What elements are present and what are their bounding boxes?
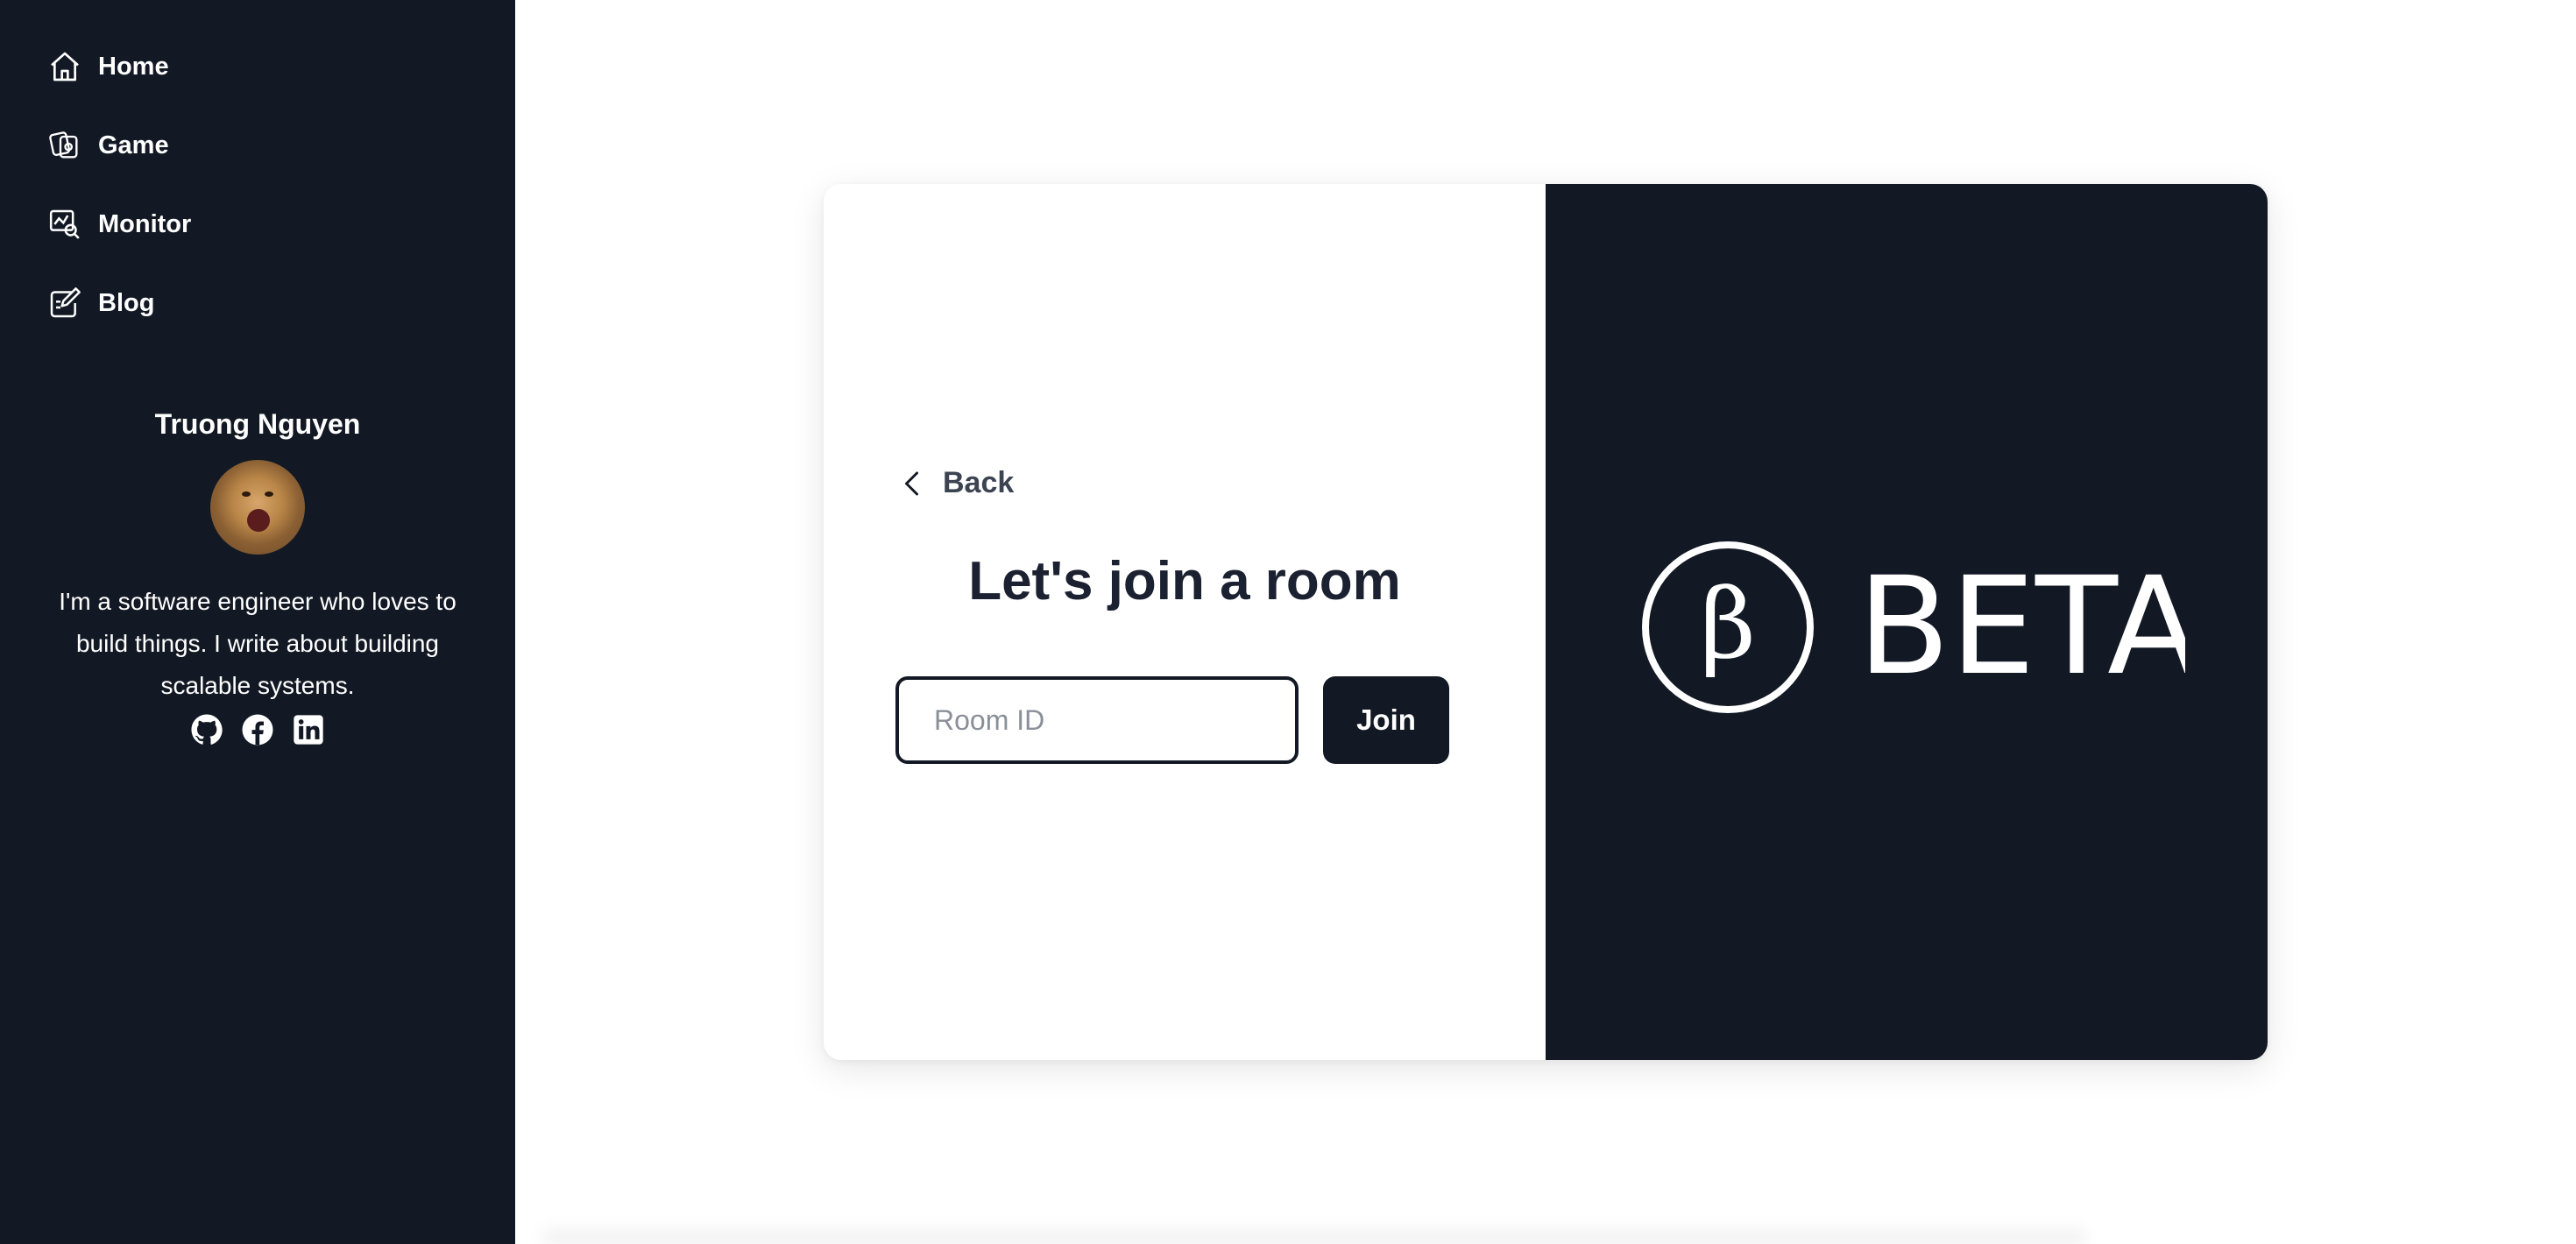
join-room-panel: Back Let's join a room Join [824, 184, 1546, 1060]
chevron-left-icon [905, 471, 918, 495]
sidebar-item-blog[interactable]: Blog [46, 280, 191, 326]
game-icon [46, 126, 84, 165]
room-id-input[interactable] [895, 676, 1299, 764]
profile-name: Truong Nguyen [154, 408, 361, 440]
sidebar-item-label: Game [98, 131, 169, 159]
beta-banner: β BETA [1546, 184, 2268, 1060]
sidebar-item-game[interactable]: Game [46, 123, 191, 168]
back-label: Back [943, 466, 1015, 499]
join-button[interactable]: Join [1323, 676, 1449, 764]
monitor-icon [46, 205, 84, 244]
sidebar-item-label: Home [98, 52, 169, 81]
content-shadow [543, 1223, 2085, 1244]
blog-icon [46, 284, 84, 322]
sidebar: Home Game Monitor Blog Truong Nguyen I'm… [0, 0, 515, 1244]
beta-symbol: β [1700, 568, 1756, 680]
profile-card: Truong Nguyen I'm a software engineer wh… [0, 408, 515, 747]
home-icon [46, 47, 84, 86]
back-button[interactable]: Back [897, 466, 1014, 500]
sidebar-nav: Home Game Monitor Blog [46, 44, 191, 359]
beta-wordmark: BETA [1858, 548, 2185, 705]
sidebar-item-home[interactable]: Home [46, 44, 191, 89]
sidebar-item-monitor[interactable]: Monitor [46, 201, 191, 247]
join-room-card: Back Let's join a room Join β BETA [824, 184, 2268, 1060]
social-links [0, 712, 515, 747]
sidebar-item-label: Blog [98, 288, 155, 317]
page-title: Let's join a room [968, 551, 1401, 611]
profile-bio: I'm a software engineer who loves to bui… [59, 588, 456, 699]
beta-logo: β BETA [1642, 541, 2185, 713]
avatar [210, 460, 305, 555]
sidebar-item-label: Monitor [98, 209, 192, 238]
github-icon[interactable] [189, 712, 224, 747]
linkedin-icon[interactable] [291, 712, 326, 747]
facebook-icon[interactable] [240, 712, 275, 747]
